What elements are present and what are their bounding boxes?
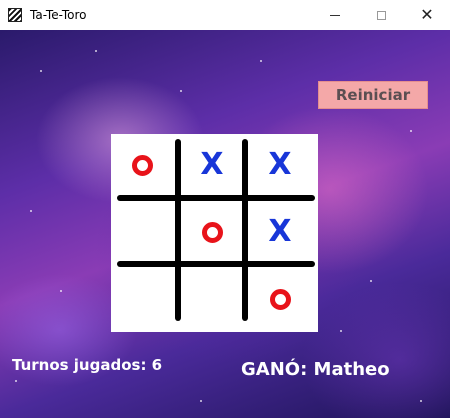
winner-label: GANÓ: Matheo xyxy=(241,359,390,380)
window-title: Ta-Te-Toro xyxy=(30,8,87,22)
o-mark xyxy=(269,288,291,310)
minimize-icon xyxy=(330,14,340,16)
board-cell[interactable] xyxy=(111,268,173,330)
star xyxy=(200,400,202,402)
o-mark xyxy=(131,154,153,176)
board-cell[interactable] xyxy=(181,268,243,330)
star xyxy=(30,210,32,212)
board-cell[interactable] xyxy=(111,201,173,263)
o-mark xyxy=(201,221,223,243)
board-cell[interactable] xyxy=(249,268,311,330)
game-board: X X X xyxy=(111,134,318,332)
star xyxy=(420,400,422,402)
game-window: Ta-Te-Toro ✕ Reiniciar X X X Turnos juga… xyxy=(0,0,450,418)
board-cell[interactable]: X xyxy=(249,201,311,263)
star xyxy=(180,90,182,92)
star xyxy=(60,290,62,292)
x-mark: X xyxy=(268,214,292,249)
star xyxy=(15,380,17,382)
board-cell[interactable]: X xyxy=(181,134,243,196)
maximize-button[interactable] xyxy=(358,0,404,30)
star xyxy=(260,60,262,62)
board-cell[interactable] xyxy=(181,201,243,263)
board-cell[interactable] xyxy=(111,134,173,196)
game-area: Reiniciar X X X Turnos jugados: 6 GANÓ: … xyxy=(0,30,450,418)
maximize-icon xyxy=(376,10,386,20)
title-bar: Ta-Te-Toro ✕ xyxy=(0,0,450,30)
star xyxy=(95,50,97,52)
app-icon xyxy=(8,8,22,22)
x-mark: X xyxy=(268,147,292,182)
turns-counter: Turnos jugados: 6 xyxy=(12,356,163,374)
minimize-button[interactable] xyxy=(312,0,358,30)
star xyxy=(370,280,372,282)
close-button[interactable]: ✕ xyxy=(404,0,450,30)
close-icon: ✕ xyxy=(420,5,434,24)
x-mark: X xyxy=(200,147,224,182)
board-cell[interactable]: X xyxy=(249,134,311,196)
star xyxy=(40,70,42,72)
restart-button[interactable]: Reiniciar xyxy=(318,81,428,109)
star xyxy=(410,130,412,132)
star xyxy=(340,330,342,332)
